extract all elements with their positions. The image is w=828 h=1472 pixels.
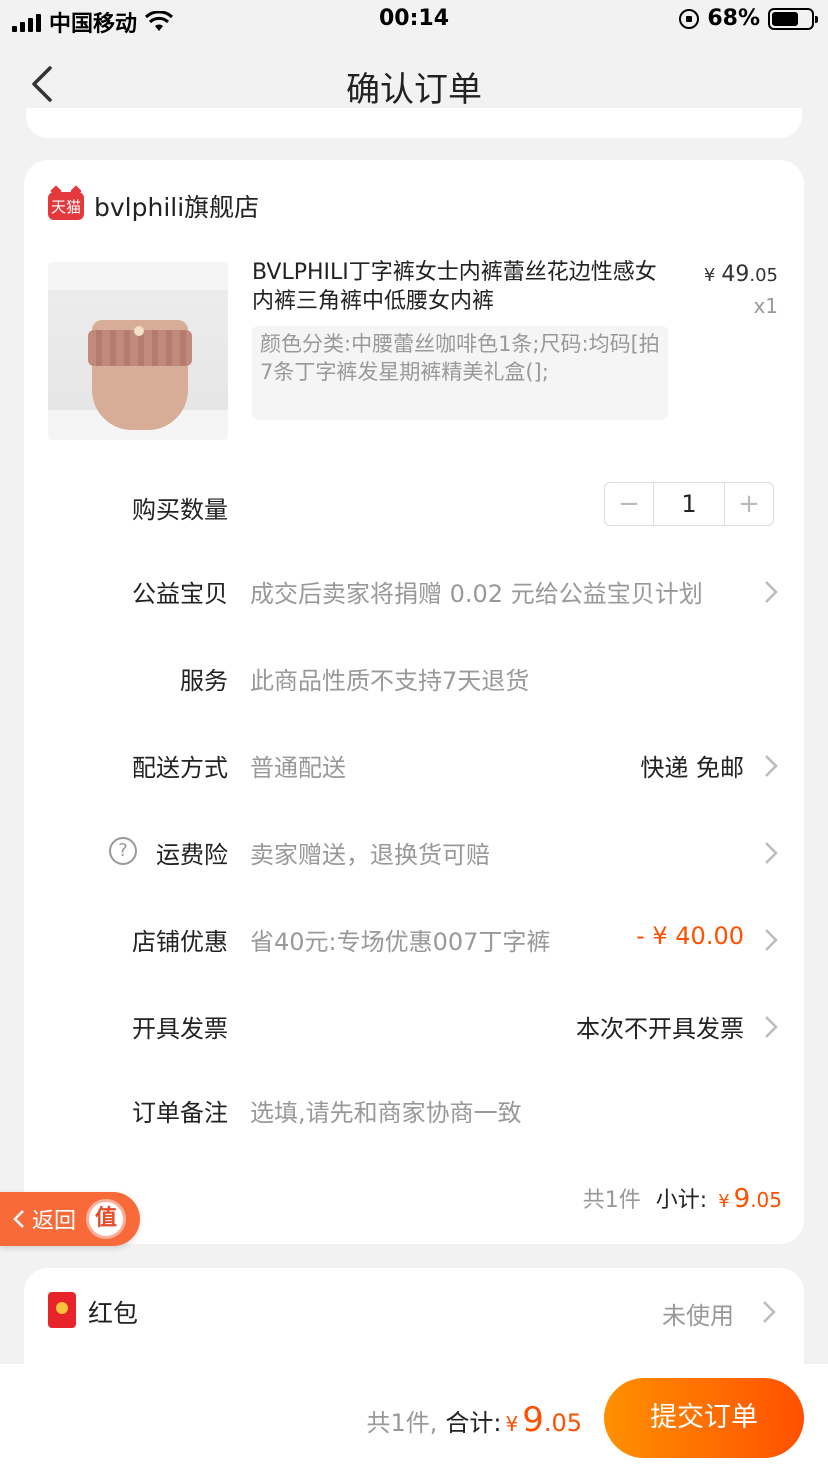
- service-row: 服务 此商品性质不支持7天退货: [24, 651, 804, 701]
- bottom-bar: 共1件, 合计: ¥9.05 提交订单: [0, 1364, 828, 1472]
- charity-value: 成交后卖家将捐赠 0.02 元给公益宝贝计划: [250, 580, 703, 608]
- insurance-label: 运费险: [156, 841, 228, 869]
- product-title[interactable]: BVLPHILI丁字裤女士内裤蕾丝花边性感女内裤三角裤中低腰女内裤: [252, 258, 672, 316]
- subtotal-main: 9: [733, 1184, 751, 1214]
- status-bar: 中国移动 00:14 68%: [0, 0, 828, 42]
- status-right: 68%: [679, 6, 818, 31]
- chevron-right-icon: [765, 1016, 778, 1038]
- total-symbol: ¥: [505, 1412, 519, 1436]
- quantity-stepper[interactable]: − 1 +: [604, 482, 774, 526]
- delivery-value: 普通配送: [250, 754, 346, 782]
- store-discount-amount: - ¥ 40.00: [636, 922, 744, 950]
- value-badge: 值: [86, 1199, 127, 1239]
- delivery-label: 配送方式: [132, 754, 228, 782]
- battery-percent: 68%: [707, 6, 760, 31]
- product-quantity: x1: [753, 294, 778, 318]
- service-label: 服务: [180, 667, 228, 695]
- invoice-label: 开具发票: [132, 1015, 228, 1043]
- battery-icon: [768, 7, 818, 30]
- service-value: 此商品性质不支持7天退货: [250, 667, 530, 695]
- total-cents: .05: [543, 1409, 582, 1437]
- red-packet-label: 红包: [88, 1299, 139, 1328]
- back-arrow-icon: [13, 1210, 24, 1228]
- total-main: 9: [522, 1400, 544, 1440]
- quantity-input[interactable]: 1: [653, 483, 725, 525]
- store-discount-value: 省40元:专场优惠007丁字裤: [250, 928, 551, 956]
- order-note-row[interactable]: 订单备注 选填,请先和商家协商一致: [24, 1083, 804, 1133]
- charity-row[interactable]: 公益宝贝 成交后卖家将捐赠 0.02 元给公益宝贝计划: [24, 564, 804, 614]
- submit-order-button[interactable]: 提交订单: [604, 1378, 804, 1458]
- chevron-right-icon: [765, 929, 778, 951]
- decrement-button[interactable]: −: [605, 483, 653, 525]
- red-packet-icon: [48, 1292, 76, 1328]
- delivery-row[interactable]: 配送方式 普通配送 快递 免邮: [24, 738, 804, 788]
- shop-header[interactable]: 天猫 bvlphili旗舰店: [48, 188, 259, 224]
- subtotal-symbol: ¥: [718, 1191, 730, 1212]
- subtotal-count: 共1件: [582, 1188, 641, 1213]
- increment-button[interactable]: +: [725, 483, 773, 525]
- subtotal-amount: ¥9.05: [714, 1184, 782, 1214]
- help-icon[interactable]: ?: [109, 837, 137, 865]
- insurance-value: 卖家赠送，退换货可赔: [250, 841, 490, 869]
- order-total: 共1件, 合计: ¥9.05: [366, 1400, 582, 1440]
- tmall-icon: 天猫: [48, 192, 84, 220]
- quantity-label: 购买数量: [132, 496, 228, 524]
- shop-name: bvlphili旗舰店: [94, 193, 260, 222]
- charity-label: 公益宝贝: [132, 580, 228, 608]
- invoice-row[interactable]: 开具发票 本次不开具发票: [24, 999, 804, 1049]
- delivery-method: 快递 免邮: [640, 754, 744, 782]
- total-label: 合计:: [445, 1409, 502, 1437]
- chevron-right-icon: [765, 755, 778, 777]
- rotation-lock-icon: [679, 8, 700, 29]
- chevron-right-icon: [765, 842, 778, 864]
- product-image[interactable]: [48, 262, 228, 440]
- chevron-right-icon: [765, 581, 778, 603]
- price-symbol: ¥: [703, 265, 716, 286]
- order-note-label: 订单备注: [132, 1099, 228, 1127]
- price-cents: .05: [749, 265, 778, 286]
- order-note-input[interactable]: 选填,请先和商家协商一致: [250, 1093, 522, 1128]
- store-discount-row[interactable]: 店铺优惠 省40元:专场优惠007丁字裤 - ¥ 40.00: [24, 912, 804, 962]
- subtotal-cents: .05: [750, 1188, 782, 1212]
- address-card-edge: [26, 108, 802, 138]
- red-packet-card[interactable]: 红包 未使用: [24, 1268, 804, 1378]
- shipping-insurance-row[interactable]: ? 运费险 卖家赠送，退换货可赔: [24, 825, 804, 875]
- page-title: 确认订单: [346, 70, 482, 110]
- floating-back-button[interactable]: 返回 值: [0, 1192, 140, 1246]
- chevron-right-icon: [763, 1301, 776, 1323]
- price-main: 49: [721, 262, 750, 287]
- product-sku: 颜色分类:中腰蕾丝咖啡色1条;尺码:均码[拍7条丁字裤发星期裤精美礼盒(];: [252, 326, 668, 420]
- order-card: 天猫 bvlphili旗舰店 BVLPHILI丁字裤女士内裤蕾丝花边性感女内裤三…: [24, 160, 804, 1244]
- invoice-value: 本次不开具发票: [576, 1015, 744, 1043]
- subtotal: 共1件 小计: ¥9.05: [583, 1182, 782, 1214]
- red-packet-value: 未使用: [662, 1302, 734, 1330]
- product-price: ¥49.05: [704, 262, 778, 287]
- total-count: 共1件,: [366, 1409, 438, 1437]
- subtotal-label: 小计:: [655, 1188, 708, 1213]
- floating-back-label: 返回: [32, 1209, 77, 1234]
- store-discount-label: 店铺优惠: [132, 928, 228, 956]
